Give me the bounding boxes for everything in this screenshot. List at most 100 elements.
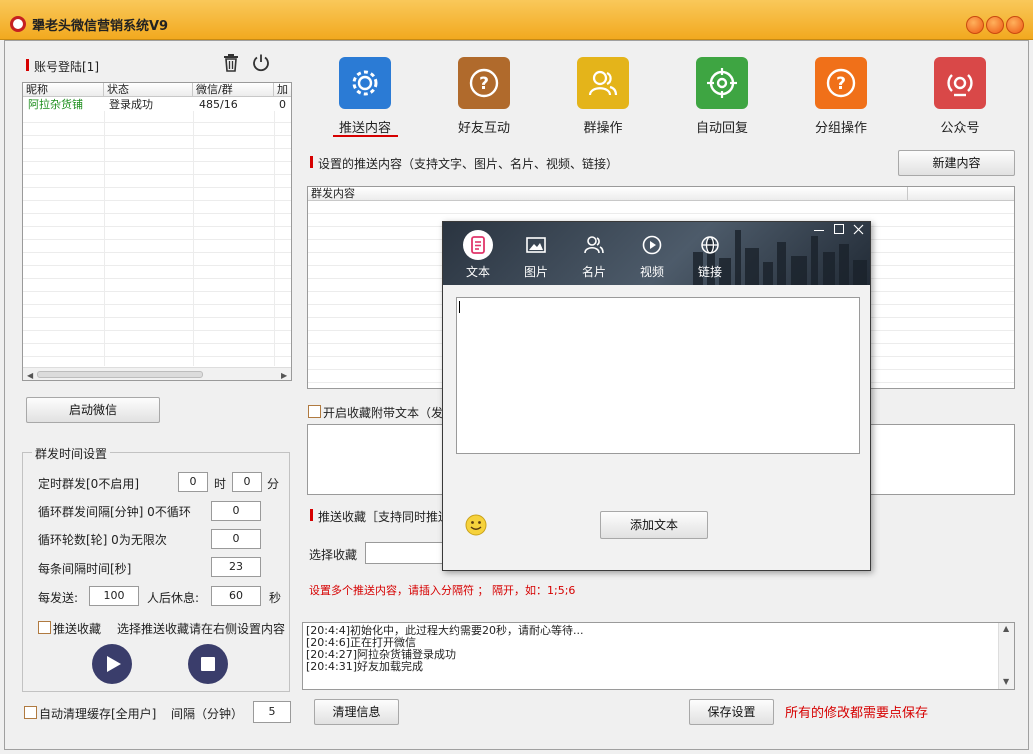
hour-input[interactable]: 0 [178, 472, 208, 492]
dialog-tab-video[interactable]: 视频 [630, 222, 674, 280]
column-header[interactable]: 加 [274, 83, 291, 97]
minute-input[interactable]: 0 [232, 472, 262, 492]
dialog-text-area[interactable] [456, 297, 860, 454]
clear-interval-label: 间隔（分钟） [171, 707, 244, 721]
push-section-title: 设置的推送内容（支持文字、图片、名片、视频、链接） [318, 157, 619, 171]
tool-label: 好友互动 [457, 121, 510, 136]
each-interval-input[interactable]: 23 [211, 557, 261, 577]
tool-label: 公众号 [940, 121, 980, 136]
tab-official-account[interactable]: 公众号 [934, 57, 986, 136]
scroll-left-icon[interactable]: ◀ [27, 371, 33, 380]
close-button[interactable] [1006, 16, 1024, 34]
section-marker [26, 59, 29, 71]
trash-icon[interactable] [223, 54, 239, 72]
loop-rounds-input[interactable]: 0 [211, 529, 261, 549]
gear-icon [339, 57, 391, 109]
account-status: 登录成功 [109, 98, 153, 111]
scroll-right-icon[interactable]: ▶ [281, 371, 287, 380]
power-icon[interactable] [251, 53, 271, 73]
tab-group-operation[interactable]: 群操作 [577, 57, 629, 136]
title-bar: 犟老头微信营销系统V9 [0, 0, 1033, 40]
dialog-tab-label: 名片 [581, 265, 606, 279]
new-content-button[interactable]: 新建内容 [898, 150, 1015, 176]
minimize-button[interactable] [966, 16, 984, 34]
dialog-maximize-icon[interactable] [834, 224, 844, 234]
tool-label: 分组操作 [814, 121, 867, 136]
tool-label: 自动回复 [695, 121, 748, 136]
accounts-table[interactable]: 昵称 状态 微信/群 加 阿拉杂货铺 登录成功 485/16 0 ◀ ▶ [22, 82, 292, 381]
dialog-close-icon[interactable] [853, 224, 864, 235]
loop-rounds-label: 循环轮数[轮] 0为无限次 [38, 533, 167, 547]
dialog-tab-image[interactable]: 图片 [514, 222, 558, 280]
push-collect-checkbox[interactable] [38, 621, 51, 634]
dialog-tab-label: 文本 [465, 265, 490, 279]
vertical-scrollbar[interactable]: ▲ ▼ [998, 623, 1014, 689]
auto-clear-checkbox[interactable] [24, 706, 37, 719]
start-send-button[interactable] [92, 644, 132, 684]
svg-text:?: ? [479, 74, 489, 94]
question-icon: ? [815, 57, 867, 109]
save-settings-button[interactable]: 保存设置 [689, 699, 774, 725]
add-content-dialog: 文本 图片 名片 视频 链接 添加文本 [442, 221, 871, 571]
loop-interval-input[interactable]: 0 [211, 501, 261, 521]
schedule-group-title: 群发时间设置 [32, 445, 111, 462]
stop-icon [201, 657, 215, 671]
push-collect-label: 推送收藏 [53, 622, 102, 636]
column-header[interactable]: 昵称 [23, 83, 104, 97]
dialog-tab-label: 链接 [697, 265, 722, 279]
attach-text-checkbox[interactable] [308, 405, 321, 418]
active-tab-underline [333, 135, 398, 137]
stop-send-button[interactable] [188, 644, 228, 684]
tool-label: 群操作 [583, 121, 623, 136]
column-header[interactable]: 状态 [104, 83, 193, 97]
column-header[interactable]: 群发内容 [308, 187, 908, 201]
log-line: [20:4:31]好友加载完成 [306, 660, 423, 673]
add-text-button[interactable]: 添加文本 [600, 511, 708, 539]
scroll-up-icon[interactable]: ▲ [1003, 624, 1009, 633]
account-extra: 0 [279, 98, 286, 111]
hour-unit: 时 [214, 477, 227, 491]
column-divider [104, 111, 105, 366]
globe-icon [695, 230, 725, 260]
scrollbar-thumb[interactable] [37, 371, 203, 378]
minute-unit: 分 [267, 477, 280, 491]
horizontal-scrollbar[interactable]: ◀ ▶ [23, 367, 291, 380]
log-panel[interactable]: [20:4:4]初始化中，此过程大约需要20秒，请耐心等待... [20:4:6… [302, 622, 1015, 690]
start-wechat-button[interactable]: 启动微信 [26, 397, 160, 423]
tab-push-content[interactable]: 推送内容 [339, 57, 391, 136]
tab-auto-reply[interactable]: 自动回复 [696, 57, 748, 136]
dialog-tab-link[interactable]: 链接 [688, 222, 732, 280]
column-header[interactable]: 微信/群 [193, 83, 274, 97]
app-logo-icon [10, 16, 26, 32]
emoji-icon[interactable] [465, 514, 487, 536]
app-title: 犟老头微信营销系统V9 [32, 19, 169, 34]
image-icon [521, 230, 551, 260]
column-header-blank[interactable] [908, 187, 1014, 201]
account-counts: 485/16 [199, 98, 238, 111]
tab-friend-interaction[interactable]: ? 好友互动 [458, 57, 510, 136]
save-hint: 所有的修改都需要点保存 [785, 706, 929, 721]
push-collect-hint: 选择推送收藏请在右侧设置内容 [117, 622, 286, 636]
collect-hint: 设置多个推送内容，请插入分隔符 ； 隔开，如：1;5;6 [309, 584, 576, 597]
per-send-input[interactable]: 100 [89, 586, 139, 606]
broadcast-icon [934, 57, 986, 109]
contacts-icon [579, 230, 609, 260]
section-marker [310, 509, 313, 521]
clear-info-button[interactable]: 清理信息 [314, 699, 399, 725]
loop-interval-label: 循环群发间隔[分钟] 0不循环 [38, 505, 191, 519]
dialog-minimize-icon[interactable] [814, 230, 824, 231]
play-icon [107, 656, 121, 672]
account-nickname: 阿拉杂货铺 [28, 98, 83, 111]
clear-interval-input[interactable]: 5 [253, 701, 291, 723]
dialog-tab-text[interactable]: 文本 [456, 222, 500, 280]
maximize-button[interactable] [986, 16, 1004, 34]
table-row[interactable]: 阿拉杂货铺 登录成功 485/16 0 [23, 98, 291, 111]
rest-unit: 秒 [269, 591, 282, 605]
target-icon [696, 57, 748, 109]
dialog-tab-card[interactable]: 名片 [572, 222, 616, 280]
collect-title: 推送收藏［支持同时推送 [318, 510, 451, 524]
tab-grouping-operation[interactable]: ? 分组操作 [815, 57, 867, 136]
text-cursor [459, 301, 460, 313]
rest-input[interactable]: 60 [211, 586, 261, 606]
scroll-down-icon[interactable]: ▼ [1003, 677, 1009, 686]
